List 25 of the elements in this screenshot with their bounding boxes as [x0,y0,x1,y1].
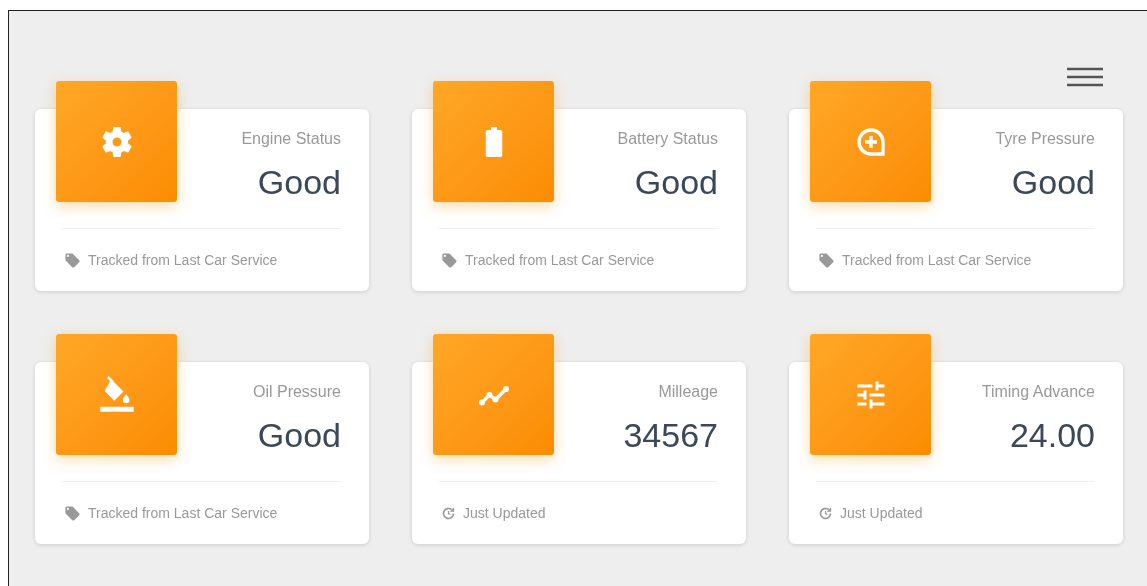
card-value: Good [257,415,341,456]
menu-icon[interactable] [1067,67,1103,87]
tag-icon [818,252,835,269]
card-title: Engine Status [241,129,341,149]
card-footer-text: Just Updated [463,504,546,523]
card-title: Milleage [658,382,718,402]
card-footer-text: Tracked from Last Car Service [465,251,655,270]
card-value: 24.00 [1009,415,1095,456]
card-title: Battery Status [617,129,718,149]
card-footer-text: Tracked from Last Car Service [88,251,278,270]
card-value: Good [257,162,341,203]
refresh-icon [818,506,833,521]
card-footer-text: Tracked from Last Car Service [842,251,1032,270]
card-title: Tyre Pressure [995,129,1095,149]
card-value: Good [1011,162,1095,203]
card-footer-text: Tracked from Last Car Service [88,504,278,523]
card-title: Timing Advance [981,382,1095,402]
refresh-icon [441,506,456,521]
card-value: 34567 [623,415,718,456]
card-value: Good [634,162,718,203]
tag-icon [64,252,81,269]
card-footer-text: Just Updated [840,504,923,523]
tag-icon [64,505,81,522]
card-title: Oil Pressure [252,382,341,402]
tag-icon [441,252,458,269]
